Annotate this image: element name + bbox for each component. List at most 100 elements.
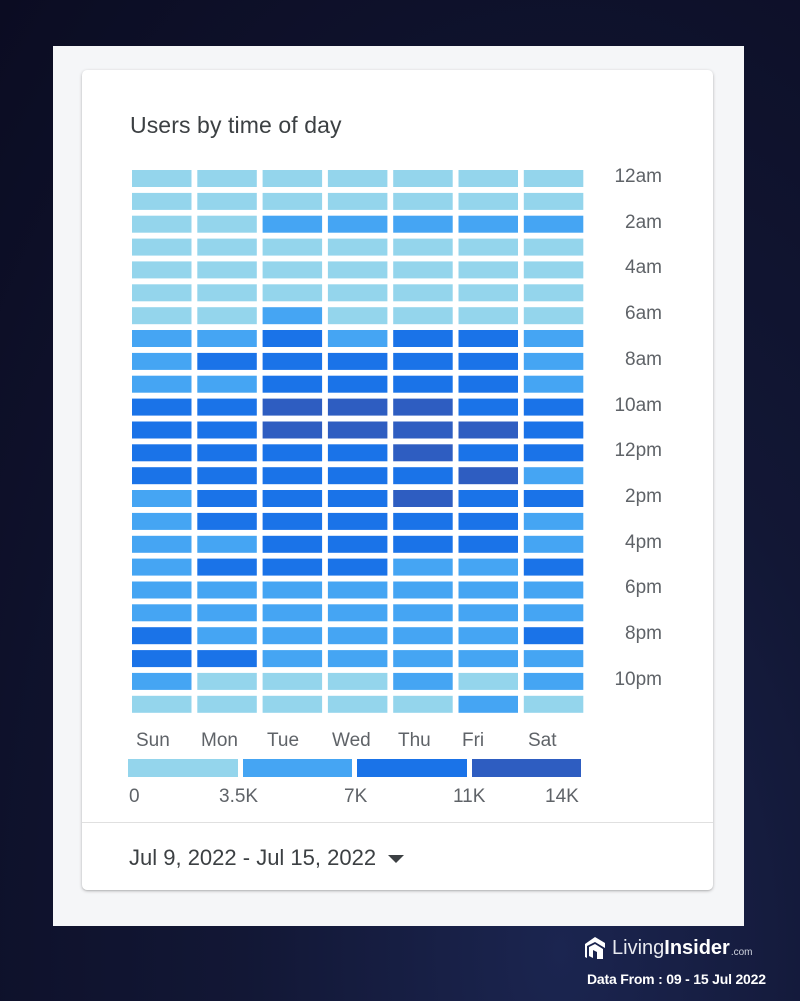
- heatmap-cell-sun-8pm[interactable]: [132, 627, 192, 645]
- heatmap-cell-sun-12pm[interactable]: [132, 444, 192, 462]
- heatmap-cell-fri-9am[interactable]: [458, 375, 519, 393]
- heatmap-cell-wed-4am[interactable]: [327, 261, 388, 279]
- heatmap-cell-sat-6am[interactable]: [523, 307, 584, 325]
- heatmap-cell-wed-8am[interactable]: [327, 352, 388, 370]
- heatmap-cell-sat-5am[interactable]: [523, 284, 584, 302]
- heatmap-cell-tue-5pm[interactable]: [262, 558, 323, 576]
- heatmap-cell-sat-8am[interactable]: [523, 352, 584, 370]
- heatmap-cell-sun-1pm[interactable]: [132, 467, 192, 485]
- heatmap-cell-mon-2pm[interactable]: [197, 490, 257, 507]
- heatmap-cell-fri-8am[interactable]: [458, 352, 519, 370]
- heatmap-cell-fri-5pm[interactable]: [458, 558, 519, 576]
- heatmap-cell-fri-10pm[interactable]: [458, 672, 519, 690]
- heatmap-cell-thu-3pm[interactable]: [393, 512, 453, 530]
- heatmap-cell-sun-7pm[interactable]: [132, 604, 192, 622]
- heatmap-cell-tue-6pm[interactable]: [262, 581, 323, 599]
- heatmap-cell-mon-12am[interactable]: [197, 170, 257, 187]
- heatmap-cell-mon-9am[interactable]: [197, 375, 257, 393]
- heatmap-cell-thu-7pm[interactable]: [393, 604, 453, 622]
- heatmap-cell-wed-2pm[interactable]: [327, 490, 388, 507]
- heatmap-cell-sat-5pm[interactable]: [523, 558, 584, 576]
- heatmap-cell-fri-4pm[interactable]: [458, 535, 519, 553]
- heatmap-cell-sun-1am[interactable]: [132, 192, 192, 210]
- heatmap-cell-mon-5pm[interactable]: [197, 558, 257, 576]
- heatmap-cell-thu-12pm[interactable]: [393, 444, 453, 462]
- heatmap-cell-sat-10am[interactable]: [523, 398, 584, 416]
- heatmap-cell-sat-12pm[interactable]: [523, 444, 584, 462]
- heatmap-cell-fri-3am[interactable]: [458, 238, 519, 256]
- heatmap-cell-sat-6pm[interactable]: [523, 581, 584, 599]
- heatmap-cell-thu-10pm[interactable]: [393, 672, 453, 690]
- heatmap-cell-mon-12pm[interactable]: [197, 444, 257, 462]
- heatmap-cell-sun-7am[interactable]: [132, 330, 192, 347]
- heatmap-cell-thu-11am[interactable]: [393, 421, 453, 439]
- heatmap-cell-wed-10pm[interactable]: [327, 672, 388, 690]
- heatmap-cell-sat-3am[interactable]: [523, 238, 584, 256]
- heatmap-cell-sun-12am[interactable]: [132, 170, 192, 187]
- heatmap-cell-fri-5am[interactable]: [458, 284, 519, 302]
- heatmap-cell-sun-8am[interactable]: [132, 352, 192, 370]
- heatmap-cell-thu-4am[interactable]: [393, 261, 453, 279]
- heatmap-cell-thu-2am[interactable]: [393, 215, 453, 233]
- heatmap-cell-fri-11am[interactable]: [458, 421, 519, 439]
- heatmap-cell-wed-2am[interactable]: [327, 215, 388, 233]
- heatmap-cell-fri-10am[interactable]: [458, 398, 519, 416]
- heatmap-cell-sat-7am[interactable]: [523, 330, 584, 347]
- heatmap-cell-mon-11pm[interactable]: [197, 695, 257, 713]
- heatmap-cell-sun-6am[interactable]: [132, 307, 192, 325]
- heatmap-cell-tue-12am[interactable]: [262, 170, 323, 187]
- heatmap-cell-fri-1pm[interactable]: [458, 467, 519, 485]
- heatmap-cell-sat-7pm[interactable]: [523, 604, 584, 622]
- heatmap-cell-tue-4pm[interactable]: [262, 535, 323, 553]
- heatmap-cell-tue-2pm[interactable]: [262, 490, 323, 507]
- heatmap-cell-thu-8pm[interactable]: [393, 627, 453, 645]
- heatmap-cell-mon-7pm[interactable]: [197, 604, 257, 622]
- heatmap-cell-thu-12am[interactable]: [393, 170, 453, 187]
- heatmap-cell-thu-10am[interactable]: [393, 398, 453, 416]
- heatmap-cell-sun-3pm[interactable]: [132, 512, 192, 530]
- heatmap-cell-sun-2am[interactable]: [132, 215, 192, 233]
- heatmap-cell-thu-11pm[interactable]: [393, 695, 453, 713]
- heatmap-cell-thu-4pm[interactable]: [393, 535, 453, 553]
- heatmap-cell-sun-10am[interactable]: [132, 398, 192, 416]
- heatmap-cell-sat-11pm[interactable]: [523, 695, 584, 713]
- heatmap-cell-mon-7am[interactable]: [197, 330, 257, 347]
- heatmap-cell-mon-11am[interactable]: [197, 421, 257, 439]
- heatmap-cell-mon-3pm[interactable]: [197, 512, 257, 530]
- heatmap-cell-sat-4pm[interactable]: [523, 535, 584, 553]
- heatmap-cell-tue-10am[interactable]: [262, 398, 323, 416]
- heatmap-cell-tue-1pm[interactable]: [262, 467, 323, 485]
- heatmap-cell-sun-4am[interactable]: [132, 261, 192, 279]
- heatmap-cell-fri-11pm[interactable]: [458, 695, 519, 713]
- heatmap-cell-mon-8pm[interactable]: [197, 627, 257, 645]
- heatmap-cell-mon-10pm[interactable]: [197, 672, 257, 690]
- heatmap-cell-mon-6pm[interactable]: [197, 581, 257, 599]
- heatmap-cell-sat-4am[interactable]: [523, 261, 584, 279]
- heatmap-cell-sun-9pm[interactable]: [132, 650, 192, 668]
- heatmap-cell-wed-10am[interactable]: [327, 398, 388, 416]
- heatmap-cell-wed-1am[interactable]: [327, 192, 388, 210]
- heatmap-cell-sun-11pm[interactable]: [132, 695, 192, 713]
- heatmap-cell-mon-5am[interactable]: [197, 284, 257, 302]
- heatmap-cell-sun-10pm[interactable]: [132, 672, 192, 690]
- heatmap-cell-wed-6am[interactable]: [327, 307, 388, 325]
- heatmap-cell-wed-11pm[interactable]: [327, 695, 388, 713]
- heatmap-cell-tue-9am[interactable]: [262, 375, 323, 393]
- heatmap-cell-fri-3pm[interactable]: [458, 512, 519, 530]
- heatmap-cell-thu-5pm[interactable]: [393, 558, 453, 576]
- heatmap-cell-tue-6am[interactable]: [262, 307, 323, 325]
- heatmap-cell-sun-3am[interactable]: [132, 238, 192, 256]
- heatmap-cell-tue-11pm[interactable]: [262, 695, 323, 713]
- heatmap-cell-tue-8pm[interactable]: [262, 627, 323, 645]
- heatmap-cell-fri-8pm[interactable]: [458, 627, 519, 645]
- heatmap-cell-sat-9am[interactable]: [523, 375, 584, 393]
- heatmap-cell-thu-9am[interactable]: [393, 375, 453, 393]
- heatmap-cell-mon-4am[interactable]: [197, 261, 257, 279]
- heatmap-cell-tue-2am[interactable]: [262, 215, 323, 233]
- heatmap-cell-fri-7pm[interactable]: [458, 604, 519, 622]
- heatmap-cell-thu-8am[interactable]: [393, 352, 453, 370]
- heatmap-cell-sat-1am[interactable]: [523, 192, 584, 210]
- heatmap-cell-fri-2pm[interactable]: [458, 490, 519, 507]
- heatmap-cell-fri-12pm[interactable]: [458, 444, 519, 462]
- heatmap-cell-wed-12pm[interactable]: [327, 444, 388, 462]
